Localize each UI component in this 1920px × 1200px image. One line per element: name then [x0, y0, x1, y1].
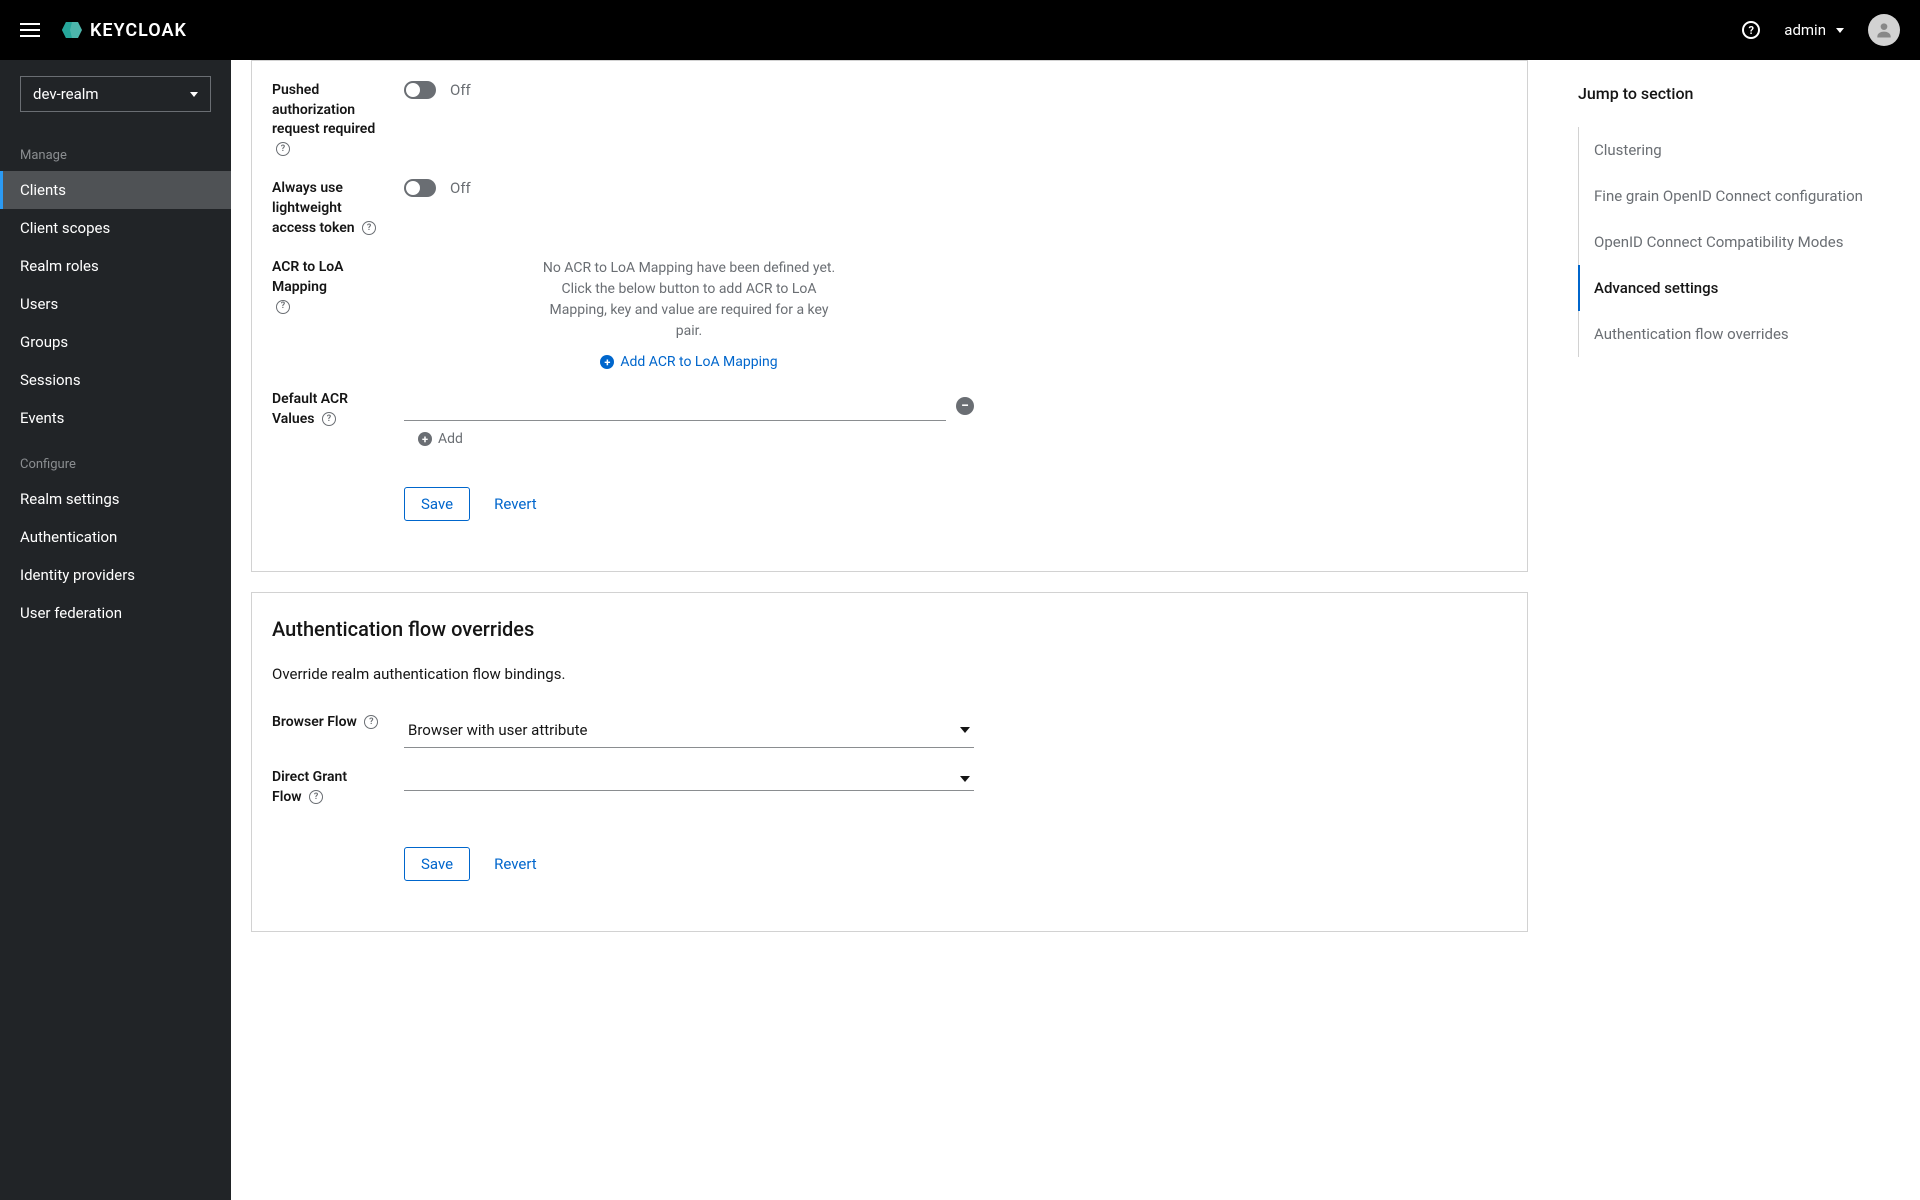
manage-section-label: Manage [0, 128, 231, 171]
jump-to-section: Jump to section ClusteringFine grain Ope… [1548, 60, 1920, 1200]
realm-selector[interactable]: dev-realm [20, 76, 211, 112]
browser-flow-value: Browser with user attribute [408, 721, 587, 739]
logo-text: KEYCLOAK [90, 20, 187, 41]
acr-empty-state: No ACR to LoA Mapping have been defined … [539, 258, 839, 342]
sidebar-item-sessions[interactable]: Sessions [0, 361, 231, 399]
jump-title: Jump to section [1578, 84, 1890, 103]
toggle-state: Off [450, 81, 471, 99]
jump-item-advanced-settings[interactable]: Advanced settings [1578, 265, 1890, 311]
sidebar-item-events[interactable]: Events [0, 399, 231, 437]
configure-section-label: Configure [0, 437, 231, 480]
person-icon [1874, 20, 1894, 40]
jump-item-fine-grain-openid-connect-configuration[interactable]: Fine grain OpenID Connect configuration [1578, 173, 1890, 219]
auth-flow-panel: Authentication flow overrides Override r… [251, 592, 1528, 932]
direct-grant-label: Direct Grant Flow ? [272, 768, 380, 807]
help-icon[interactable]: ? [1742, 21, 1760, 39]
jump-item-openid-connect-compatibility-modes[interactable]: OpenID Connect Compatibility Modes [1578, 219, 1890, 265]
sidebar-item-clients[interactable]: Clients [0, 171, 231, 209]
browser-flow-select[interactable]: Browser with user attribute [404, 713, 974, 748]
logo[interactable]: KEYCLOAK [60, 18, 187, 42]
topbar-right: ? admin [1742, 14, 1900, 46]
pushed-auth-label: Pushed authorization request required ? [272, 81, 380, 159]
keycloak-logo-icon [60, 18, 84, 42]
plus-icon: + [600, 355, 614, 369]
revert-button[interactable]: Revert [494, 487, 537, 521]
sidebar-item-client-scopes[interactable]: Client scopes [0, 209, 231, 247]
toggle-state: Off [450, 179, 471, 197]
revert-button[interactable]: Revert [494, 847, 537, 881]
menu-toggle-icon[interactable] [20, 23, 40, 37]
sidebar-item-groups[interactable]: Groups [0, 323, 231, 361]
lightweight-token-label: Always use lightweight access token ? [272, 179, 380, 238]
help-icon[interactable]: ? [309, 790, 323, 804]
user-name: admin [1784, 21, 1826, 39]
sidebar-item-realm-roles[interactable]: Realm roles [0, 247, 231, 285]
default-acr-input[interactable] [404, 390, 946, 421]
sidebar-item-user-federation[interactable]: User federation [0, 594, 231, 632]
sidebar: dev-realm Manage ClientsClient scopesRea… [0, 60, 231, 1200]
user-menu[interactable]: admin [1784, 21, 1844, 39]
sidebar-item-identity-providers[interactable]: Identity providers [0, 556, 231, 594]
save-button[interactable]: Save [404, 487, 470, 521]
help-icon[interactable]: ? [276, 142, 290, 156]
remove-acr-value-button[interactable]: − [956, 397, 974, 415]
caret-down-icon [960, 776, 970, 782]
avatar[interactable] [1868, 14, 1900, 46]
sidebar-item-authentication[interactable]: Authentication [0, 518, 231, 556]
help-icon[interactable]: ? [276, 300, 290, 314]
sidebar-item-realm-settings[interactable]: Realm settings [0, 480, 231, 518]
auth-flow-title: Authentication flow overrides [272, 617, 1507, 641]
direct-grant-select[interactable] [404, 768, 974, 791]
lightweight-token-toggle[interactable] [404, 179, 436, 197]
default-acr-label: Default ACR Values ? [272, 390, 380, 429]
help-icon[interactable]: ? [362, 221, 376, 235]
caret-down-icon [960, 727, 970, 733]
auth-flow-desc: Override realm authentication flow bindi… [272, 665, 1507, 683]
caret-down-icon [1836, 28, 1844, 33]
acr-mapping-label: ACR to LoA Mapping? [272, 258, 380, 317]
plus-icon: + [418, 432, 432, 446]
realm-name: dev-realm [33, 85, 99, 103]
topbar-left: KEYCLOAK [20, 18, 187, 42]
help-icon[interactable]: ? [364, 715, 378, 729]
jump-item-clustering[interactable]: Clustering [1578, 127, 1890, 173]
sidebar-item-users[interactable]: Users [0, 285, 231, 323]
caret-down-icon [190, 92, 198, 97]
help-icon[interactable]: ? [322, 412, 336, 426]
advanced-settings-panel: Pushed authorization request required ? … [251, 60, 1528, 572]
save-button[interactable]: Save [404, 847, 470, 881]
browser-flow-label: Browser Flow ? [272, 713, 380, 733]
main-content: Pushed authorization request required ? … [231, 60, 1548, 1200]
add-acr-value-button[interactable]: + Add [418, 431, 974, 447]
pushed-auth-toggle[interactable] [404, 81, 436, 99]
jump-item-authentication-flow-overrides[interactable]: Authentication flow overrides [1578, 311, 1890, 357]
topbar: KEYCLOAK ? admin [0, 0, 1920, 60]
add-acr-mapping-button[interactable]: + Add ACR to LoA Mapping [404, 354, 974, 370]
